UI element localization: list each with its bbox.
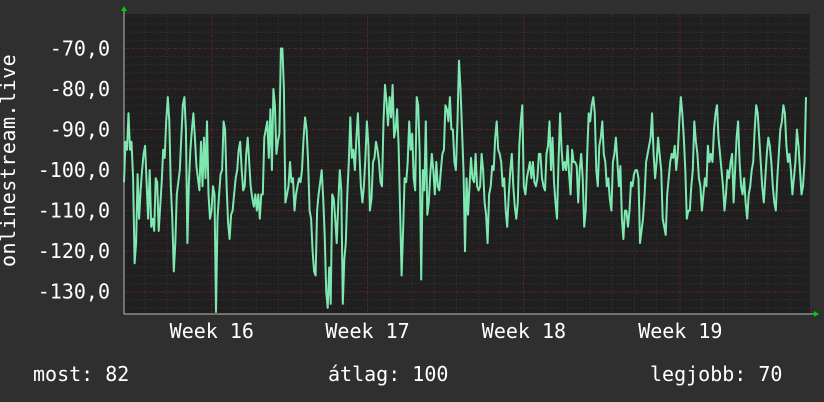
x-axis-arrow	[814, 311, 819, 317]
line-chart: -70,0 -80,0 -90,0 -100,0 -110,0 -120,0 -130,0 W…	[38, 6, 819, 343]
y-tick-label: -90,0	[50, 118, 110, 142]
y-tick-label: -130,0	[38, 280, 110, 304]
y-tick-label: -80,0	[50, 77, 110, 101]
best-stat: legjobb: 70	[650, 362, 782, 386]
x-tick-label: Week 16	[170, 319, 254, 343]
y-tick-label: -100,0	[38, 158, 110, 182]
current-stat: most: 82	[33, 362, 129, 386]
y-tick-label: -70,0	[50, 36, 110, 60]
y-axis-label: onlinestream.live	[0, 53, 20, 267]
chart-panel: -70,0 -80,0 -90,0 -100,0 -110,0 -120,0 -130,0 W…	[0, 0, 824, 402]
average-stat: átlag: 100	[328, 362, 448, 386]
average-stat-value: 100	[412, 362, 449, 386]
current-stat-label: most:	[33, 362, 94, 386]
best-stat-value: 70	[758, 362, 783, 386]
average-stat-label: átlag:	[328, 362, 401, 386]
y-tick-label: -110,0	[38, 199, 110, 223]
current-stat-value: 82	[105, 362, 130, 386]
best-stat-label: legjobb:	[650, 362, 747, 386]
x-tick-label: Week 17	[325, 319, 409, 343]
y-axis-arrow	[121, 6, 127, 11]
x-tick-label: Week 19	[638, 319, 722, 343]
x-tick-label: Week 18	[482, 319, 566, 343]
y-tick-label: -120,0	[38, 239, 110, 263]
